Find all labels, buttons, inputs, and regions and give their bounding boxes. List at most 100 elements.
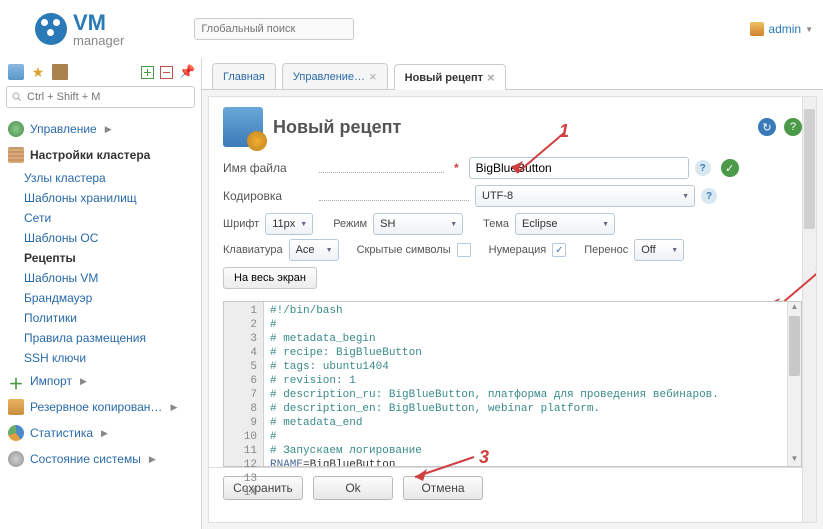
chevron-down-icon: ▼ (805, 25, 813, 34)
star-icon[interactable]: ★ (30, 64, 46, 80)
sidebar-item-policies[interactable]: Политики (24, 308, 195, 328)
required-icon: * (454, 161, 459, 175)
tab-home[interactable]: Главная (212, 63, 276, 89)
numbering-checkbox[interactable]: ✓ (552, 243, 566, 257)
button-bar: Сохранить Ok Отмена (209, 467, 816, 508)
main-area: Главная Управление…× Новый рецепт× Новый… (202, 58, 823, 529)
sidebar-item-import[interactable]: ＋ Импорт ▶ (6, 368, 195, 394)
sidebar-cluster-sub: Узлы кластера Шаблоны хранилищ Сети Шабл… (6, 168, 195, 368)
list-icon[interactable] (8, 64, 24, 80)
sidebar-label: Импорт (30, 374, 72, 388)
label-wrap: Перенос (584, 244, 628, 256)
sidebar-toolbar: ★ 📌 (6, 62, 195, 86)
page-title: Новый рецепт (273, 117, 401, 138)
sidebar-item-recipes[interactable]: Рецепты (24, 248, 195, 268)
close-icon[interactable]: × (487, 70, 495, 85)
select-value: SH (380, 218, 395, 230)
editor-gutter: 1234567891011121314 (224, 302, 264, 466)
label-numbering: Нумерация (489, 244, 547, 256)
collapse-all-icon[interactable] (160, 66, 173, 79)
sidebar-item-store-tpl[interactable]: Шаблоны хранилищ (24, 188, 195, 208)
help-page-icon[interactable]: ? (784, 118, 802, 136)
pie-icon (8, 425, 24, 441)
filename-input[interactable] (469, 157, 689, 179)
label-font: Шрифт (223, 218, 259, 230)
stack-icon (8, 399, 24, 415)
sidebar-label: Статистика (30, 426, 93, 440)
label-mode: Режим (333, 218, 367, 230)
label-encoding: Кодировка (223, 189, 313, 203)
hidden-checkbox[interactable] (457, 243, 471, 257)
globe-icon (8, 121, 24, 137)
gear-icon (8, 451, 24, 467)
sidebar-item-placement[interactable]: Правила размещения (24, 328, 195, 348)
sidebar-item-firewall[interactable]: Брандмауэр (24, 288, 195, 308)
mode-select[interactable]: SH (373, 213, 463, 235)
font-select[interactable]: 11px (265, 213, 313, 235)
select-value: 11px (272, 218, 295, 230)
label-filename: Имя файла (223, 161, 313, 175)
code-editor[interactable]: 1234567891011121314 #!/bin/bash # # meta… (223, 301, 802, 467)
tab-new-recipe[interactable]: Новый рецепт× (394, 64, 506, 90)
user-menu[interactable]: admin ▼ (750, 22, 813, 36)
label-hidden: Скрытые символы (357, 244, 451, 256)
select-value: Eclipse (522, 218, 557, 230)
sidebar-item-system[interactable]: Состояние системы ▶ (6, 446, 195, 472)
tab-manage[interactable]: Управление… × (282, 63, 388, 89)
chevron-right-icon: ▶ (80, 376, 87, 387)
sidebar-item-cluster[interactable]: Настройки кластера (6, 142, 195, 168)
plus-icon: ＋ (8, 373, 24, 389)
sidebar-label: Резервное копирован… (30, 400, 162, 414)
ok-button[interactable]: Ok (313, 476, 393, 500)
close-icon[interactable]: × (369, 69, 377, 84)
sidebar-label: Настройки кластера (30, 148, 150, 162)
sidebar-item-os-tpl[interactable]: Шаблоны ОС (24, 228, 195, 248)
sidebar-item-vm-tpl[interactable]: Шаблоны VM (24, 268, 195, 288)
pin-icon[interactable]: 📌 (179, 64, 195, 80)
sidebar-item-stats[interactable]: Статистика ▶ (6, 420, 195, 446)
form: 1 Имя файла * ? ✓ Кодировка UTF-8 ? (209, 153, 816, 301)
sidebar-item-nodes[interactable]: Узлы кластера (24, 168, 195, 188)
sidebar: ★ 📌 Управление ▶ Настройки кластера Узлы… (0, 58, 202, 529)
wrap-select[interactable]: Off (634, 239, 684, 261)
label-keyboard: Клавиатура (223, 244, 283, 256)
select-value: Off (641, 244, 655, 256)
expand-all-icon[interactable] (141, 66, 154, 79)
help-icon[interactable]: ? (695, 160, 711, 176)
editor-content[interactable]: #!/bin/bash # # metadata_begin # recipe:… (264, 302, 787, 466)
editor-scrollbar[interactable]: ▲▼ (787, 302, 801, 466)
tab-label: Главная (223, 71, 265, 83)
sidebar-item-manage[interactable]: Управление ▶ (6, 116, 195, 142)
sidebar-item-backup[interactable]: Резервное копирован… ▶ (6, 394, 195, 420)
chevron-right-icon: ▶ (105, 124, 112, 135)
trash-icon[interactable] (52, 64, 68, 80)
chevron-right-icon: ▶ (101, 428, 108, 439)
fullscreen-button[interactable]: На весь экран (223, 267, 317, 289)
content-header: Новый рецепт ↻ ? (209, 97, 816, 153)
sidebar-search-input[interactable] (6, 86, 195, 108)
help-icon[interactable]: ? (701, 188, 717, 204)
app-header: VM manager admin ▼ (0, 0, 823, 58)
annotation-2: 2 (816, 253, 817, 274)
theme-select[interactable]: Eclipse (515, 213, 615, 235)
app-logo: VM manager (35, 12, 124, 47)
save-button[interactable]: Сохранить (223, 476, 303, 500)
select-value: UTF-8 (482, 190, 513, 202)
user-name: admin (768, 22, 801, 36)
cancel-button[interactable]: Отмена (403, 476, 483, 500)
global-search-input[interactable] (194, 18, 354, 40)
chevron-right-icon: ▶ (149, 454, 156, 465)
check-icon: ✓ (721, 159, 739, 177)
keyboard-select[interactable]: Ace (289, 239, 339, 261)
label-theme: Тема (483, 218, 509, 230)
sidebar-item-ssh[interactable]: SSH ключи (24, 348, 195, 368)
grid-icon (8, 147, 24, 163)
sidebar-label: Состояние системы (30, 452, 141, 466)
tab-label: Управление… (293, 71, 365, 83)
select-value: Ace (296, 244, 315, 256)
sidebar-item-nets[interactable]: Сети (24, 208, 195, 228)
sidebar-label: Управление (30, 122, 97, 136)
logo-text-top: VM (73, 12, 124, 34)
refresh-icon[interactable]: ↻ (758, 118, 776, 136)
encoding-select[interactable]: UTF-8 (475, 185, 695, 207)
